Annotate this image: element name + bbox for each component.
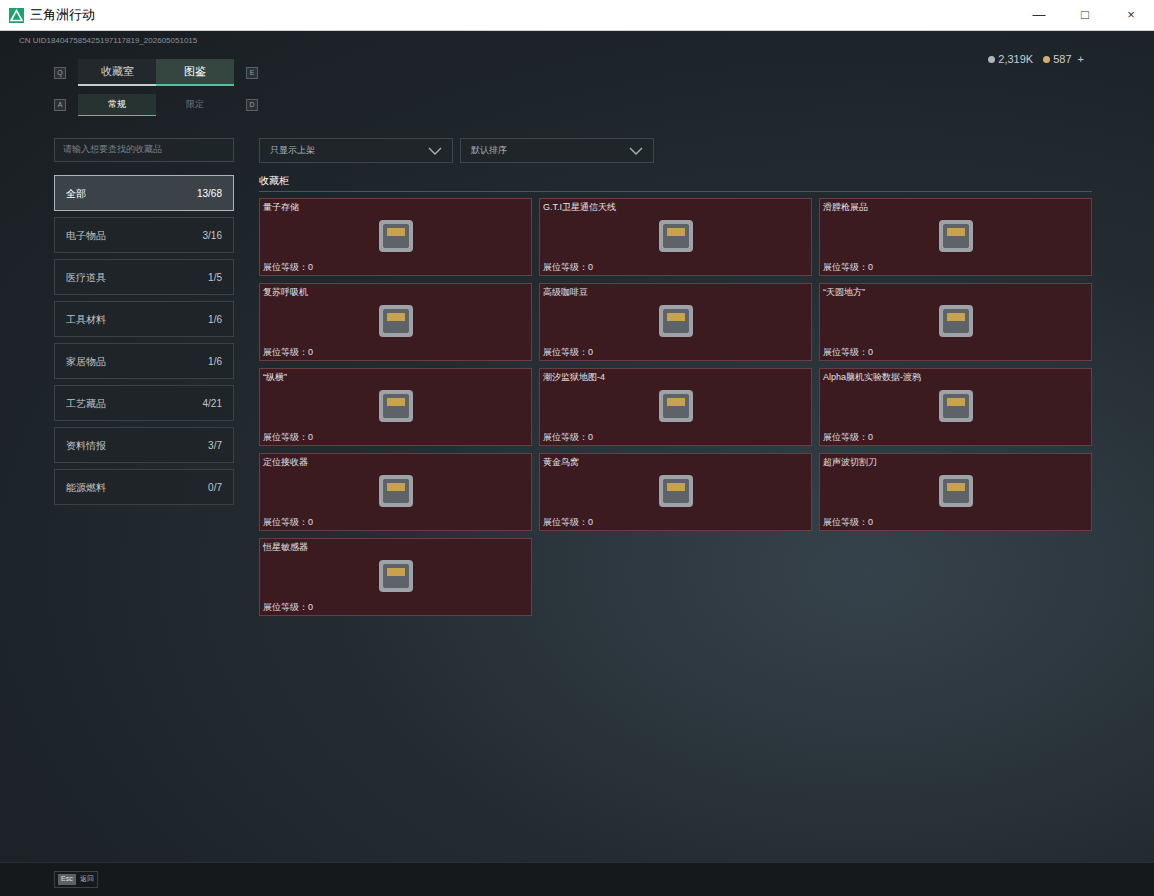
collection-card[interactable]: “天圆地方” 展位等级：0 [819,283,1092,361]
sub-tabs: A 常规限定 D [54,94,258,116]
chevron-down-icon [629,147,643,155]
main-tab[interactable]: 图鉴 [156,59,234,86]
item-name: G.T.I卫星通信天线 [543,201,808,213]
category-item[interactable]: 工具材料1/6 [54,301,234,337]
filter-dropdown[interactable]: 只显示上架 [259,138,453,163]
window-control[interactable]: □ [1062,0,1108,30]
item-name: 高级咖啡豆 [543,286,808,298]
chevron-down-icon [428,147,442,155]
collection-card[interactable]: 高级咖啡豆展位等级：0 [539,283,812,361]
item-level: 展位等级：0 [263,601,528,613]
item-level: 展位等级：0 [823,431,1088,443]
collection-card[interactable]: 复苏呼吸机展位等级：0 [259,283,532,361]
item-name: “纵横” [263,371,528,383]
item-level: 展位等级：0 [263,346,528,358]
section-title: 收藏柜 [259,173,1092,192]
item-name: Alpha脑机实验数据-渡鸦 [823,371,1088,383]
item-image-icon [649,382,703,430]
collection-card[interactable]: 定位接收器展位等级：0 [259,453,532,531]
window-title: 三角洲行动 [30,5,95,25]
item-name: 量子存储 [263,201,528,213]
key-hint: E [246,67,258,79]
app-window: 三角洲行动—□×CN UID184047585425197117819_2026… [0,0,1154,896]
item-image-icon [649,212,703,260]
category-item[interactable]: 全部13/68 [54,175,234,211]
currency: 587+ [1043,51,1084,68]
category-item[interactable]: 工艺藏品4/21 [54,385,234,421]
item-image-icon [369,467,423,515]
main-tab[interactable]: 收藏室 [78,59,156,86]
collection-card[interactable]: 滑膛枪展品展位等级：0 [819,198,1092,276]
collection-panel: 只显示上架默认排序收藏柜量子存储展位等级：0G.T.I卫星通信天线展位等级：0滑… [259,138,1092,616]
sub-tab[interactable]: 常规 [78,94,156,116]
collection-card[interactable]: 超声波切割刀展位等级：0 [819,453,1092,531]
main-tabs: Q 收藏室图鉴 E [54,59,258,86]
category-item[interactable]: 医疗道具1/5 [54,259,234,295]
footer-bar: Esc返回 [0,862,1154,896]
item-name: 超声波切割刀 [823,456,1088,468]
item-image-icon [649,467,703,515]
uid-label: CN UID184047585425197117819_202605051015 [19,36,1154,46]
app-logo-icon [9,8,24,23]
key-hint: D [246,99,258,111]
main-area: CN UID184047585425197117819_202605051015… [0,31,1154,862]
sub-tab[interactable]: 限定 [156,94,234,116]
item-image-icon [929,467,983,515]
item-name: 潮汐监狱地图-4 [543,371,808,383]
collection-card[interactable]: 黄金鸟窝展位等级：0 [539,453,812,531]
window-control[interactable]: — [1016,0,1062,30]
item-image-icon [929,382,983,430]
item-name: 黄金鸟窝 [543,456,808,468]
window-control[interactable]: × [1108,0,1154,30]
collection-card[interactable]: 潮汐监狱地图-4 展位等级：0 [539,368,812,446]
collection-card[interactable]: 量子存储展位等级：0 [259,198,532,276]
sidebar: 请输入想要查找的收藏品全部13/68 电子物品3/16 医疗道具1/5 工具材料1/6… [54,138,234,616]
category-item[interactable]: 电子物品3/16 [54,217,234,253]
category-item[interactable]: 家居物品1/6 [54,343,234,379]
item-image-icon [369,212,423,260]
item-name: 恒星敏感器 [263,541,528,553]
back-button[interactable]: Esc返回 [54,871,98,888]
collection-card[interactable]: Alpha脑机实验数据-渡鸦展位等级：0 [819,368,1092,446]
collection-card[interactable]: “纵横” 展位等级：0 [259,368,532,446]
item-level: 展位等级：0 [543,346,808,358]
currency-bar: 2,319K 587+ [988,51,1084,68]
item-level: 展位等级：0 [543,261,808,273]
title-bar: 三角洲行动 —□× [0,0,1154,31]
collection-card[interactable]: 恒星敏感器展位等级：0 [259,538,532,616]
item-level: 展位等级：0 [823,346,1088,358]
item-image-icon [929,212,983,260]
key-hint: A [54,99,66,111]
item-image-icon [369,552,423,600]
item-level: 展位等级：0 [263,261,528,273]
item-image-icon [649,297,703,345]
item-name: 复苏呼吸机 [263,286,528,298]
esc-key: Esc [58,874,76,885]
collection-card[interactable]: G.T.I卫星通信天线展位等级：0 [539,198,812,276]
item-level: 展位等级：0 [263,431,528,443]
filter-dropdown[interactable]: 默认排序 [460,138,654,163]
item-level: 展位等级：0 [823,261,1088,273]
coin-icon [1043,56,1050,63]
item-name: 定位接收器 [263,456,528,468]
item-level: 展位等级：0 [543,431,808,443]
search-input[interactable]: 请输入想要查找的收藏品 [54,138,234,162]
item-grid: 量子存储展位等级：0G.T.I卫星通信天线展位等级：0滑膛枪展品展位等级：0复苏… [259,198,1092,616]
item-name: “天圆地方” [823,286,1088,298]
item-image-icon [369,297,423,345]
item-level: 展位等级：0 [263,516,528,528]
category-item[interactable]: 资料情报3/7 [54,427,234,463]
item-image-icon [929,297,983,345]
coin-icon [988,56,995,63]
key-hint: Q [54,67,66,79]
item-name: 滑膛枪展品 [823,201,1088,213]
category-item[interactable]: 能源燃料0/7 [54,469,234,505]
currency: 2,319K [988,51,1033,68]
item-level: 展位等级：0 [823,516,1088,528]
item-level: 展位等级：0 [543,516,808,528]
item-image-icon [369,382,423,430]
